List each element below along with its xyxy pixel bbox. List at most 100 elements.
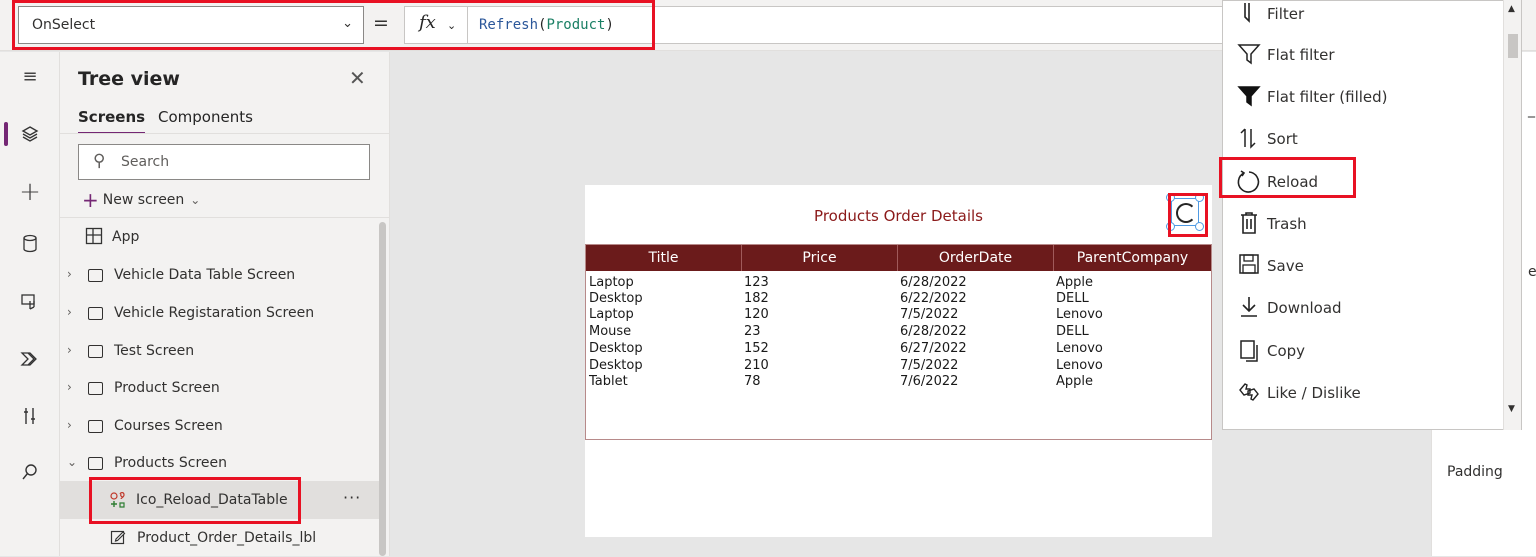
scroll-up-icon[interactable]: ▲: [1508, 4, 1515, 14]
resize-handle[interactable]: [1166, 222, 1175, 231]
formula-argument: Product: [546, 17, 606, 33]
database-icon[interactable]: [0, 224, 60, 264]
icon-option-flat-filter-filled[interactable]: Flat filter (filled): [1223, 76, 1507, 118]
chevron-down-icon[interactable]: ⌄: [67, 455, 77, 469]
tab-screens[interactable]: Screens: [78, 108, 146, 134]
tree-item-label-control[interactable]: Product_Order_Details_lbl: [60, 519, 380, 557]
left-rail: ≡ +: [0, 52, 60, 556]
tree-item-screen[interactable]: › Courses Screen: [60, 407, 380, 445]
icon-option-label: Trash: [1267, 215, 1307, 233]
chevron-right-icon[interactable]: ›: [67, 343, 72, 357]
power-automate-icon[interactable]: [0, 339, 60, 379]
table-header: Title Price OrderDate ParentCompany: [586, 245, 1211, 271]
column-header[interactable]: Title: [586, 250, 741, 266]
data-table[interactable]: Title Price OrderDate ParentCompany Lapt…: [585, 244, 1212, 440]
tree-scrollbar[interactable]: [379, 222, 386, 556]
products-title-label[interactable]: Products Order Details: [585, 207, 1212, 225]
table-cell: 23: [744, 324, 761, 339]
chevron-right-icon[interactable]: ›: [67, 418, 72, 432]
table-cell: 123: [744, 275, 769, 290]
table-cell: Tablet: [589, 374, 628, 389]
icon-option-label: Filter: [1267, 5, 1305, 23]
resize-handle[interactable]: [1166, 193, 1175, 202]
icon-option-filter[interactable]: Filter: [1223, 1, 1507, 35]
icon-option-sort[interactable]: Sort: [1223, 118, 1507, 160]
icon-option-flat-filter[interactable]: Flat filter: [1223, 34, 1507, 76]
tools-icon[interactable]: [0, 396, 60, 436]
tree-item-label: Ico_Reload_DataTable: [136, 492, 288, 508]
property-dropdown[interactable]: OnSelect ⌄: [18, 6, 364, 44]
more-options-icon[interactable]: ···: [343, 488, 361, 507]
table-cell: 78: [744, 374, 761, 389]
tree-item-label: Courses Screen: [114, 418, 223, 434]
icon-option-like-dislike[interactable]: Like / Dislike: [1223, 372, 1507, 414]
icon-list-scrollbar[interactable]: ▲ ▼: [1503, 0, 1521, 430]
plus-icon[interactable]: +: [0, 172, 60, 212]
table-cell: Laptop: [589, 275, 634, 290]
close-icon[interactable]: ✕: [349, 66, 366, 90]
chevron-right-icon[interactable]: ›: [67, 267, 72, 281]
table-cell: 7/6/2022: [900, 374, 959, 389]
tree-view-panel: Tree view ✕ Screens Components ⚲ Search …: [60, 52, 390, 556]
tree-item-label: Vehicle Registaration Screen: [114, 305, 315, 321]
icon-option-download[interactable]: Download: [1223, 287, 1507, 329]
icon-dropdown-list[interactable]: Filter Flat filter Flat filter (filled) …: [1222, 0, 1522, 430]
formula-input[interactable]: Refresh(Product): [468, 6, 1223, 44]
copy-icon: [1235, 338, 1263, 368]
scroll-down-icon[interactable]: ▼: [1508, 404, 1515, 414]
column-header[interactable]: Price: [742, 250, 897, 266]
icon-option-save[interactable]: Save: [1223, 245, 1507, 287]
reload-icon: [1235, 169, 1263, 201]
icon-option-copy[interactable]: Copy: [1223, 330, 1507, 372]
download-icon: [1235, 295, 1263, 325]
resize-handle[interactable]: [1195, 193, 1204, 202]
icon-option-label: Copy: [1267, 342, 1306, 360]
chevron-right-icon[interactable]: ›: [67, 305, 72, 319]
padding-label: Padding: [1447, 464, 1503, 480]
hamburger-icon[interactable]: ≡: [0, 56, 60, 96]
flat-filter-icon: [1235, 42, 1263, 72]
search-icon: ⚲: [93, 151, 106, 171]
formula-paren-close: ): [605, 17, 614, 33]
chevron-right-icon[interactable]: ›: [67, 380, 72, 394]
reload-icon-selected[interactable]: [1166, 193, 1204, 231]
trash-icon: [1235, 211, 1263, 241]
table-cell: 6/22/2022: [900, 291, 967, 306]
column-header[interactable]: OrderDate: [898, 250, 1053, 266]
tree-item-screen[interactable]: › Vehicle Data Table Screen: [60, 256, 380, 294]
new-screen-label: New screen: [102, 192, 185, 208]
resize-handle[interactable]: [1195, 222, 1204, 231]
table-cell: Desktop: [589, 291, 643, 306]
column-header[interactable]: ParentCompany: [1054, 250, 1211, 266]
tree-item-screen[interactable]: › Product Screen: [60, 369, 380, 407]
search-placeholder: Search: [121, 154, 170, 170]
layers-icon[interactable]: [0, 114, 60, 154]
equals-sign: =: [373, 12, 389, 34]
tree-item-label: App: [112, 229, 140, 245]
tree-item-screen[interactable]: › Test Screen: [60, 332, 380, 370]
fx-button[interactable]: fx ⌄: [404, 6, 468, 44]
table-cell: Desktop: [589, 358, 643, 373]
tree-item-screen[interactable]: › Vehicle Registaration Screen: [60, 294, 380, 332]
icon-option-reload[interactable]: Reload: [1223, 161, 1507, 203]
tab-components[interactable]: Components: [158, 108, 253, 126]
new-screen-button[interactable]: + New screen ⌄: [82, 188, 200, 212]
table-cell: 6/28/2022: [900, 275, 967, 290]
flat-filter-filled-icon: [1235, 84, 1263, 114]
tree-item-app[interactable]: App: [60, 218, 380, 256]
tree-item-screen[interactable]: ⌄ Products Screen: [60, 444, 380, 482]
tree-item-reload-icon[interactable]: Ico_Reload_DataTable ···: [60, 481, 380, 519]
formula-function: Refresh: [479, 17, 539, 33]
search-icon[interactable]: [0, 452, 60, 492]
screen-icon: [88, 269, 103, 282]
icon-option-trash[interactable]: Trash: [1223, 203, 1507, 245]
media-icon[interactable]: [0, 282, 60, 322]
scroll-thumb[interactable]: [1508, 34, 1518, 58]
table-cell: 6/28/2022: [900, 324, 967, 339]
icon-control-icon: [108, 490, 128, 514]
table-cell: 120: [744, 307, 769, 322]
screen-icon: [88, 382, 103, 395]
icon-option-label: Download: [1267, 299, 1342, 317]
search-input[interactable]: ⚲ Search: [78, 144, 370, 180]
property-value: OnSelect: [32, 17, 96, 33]
